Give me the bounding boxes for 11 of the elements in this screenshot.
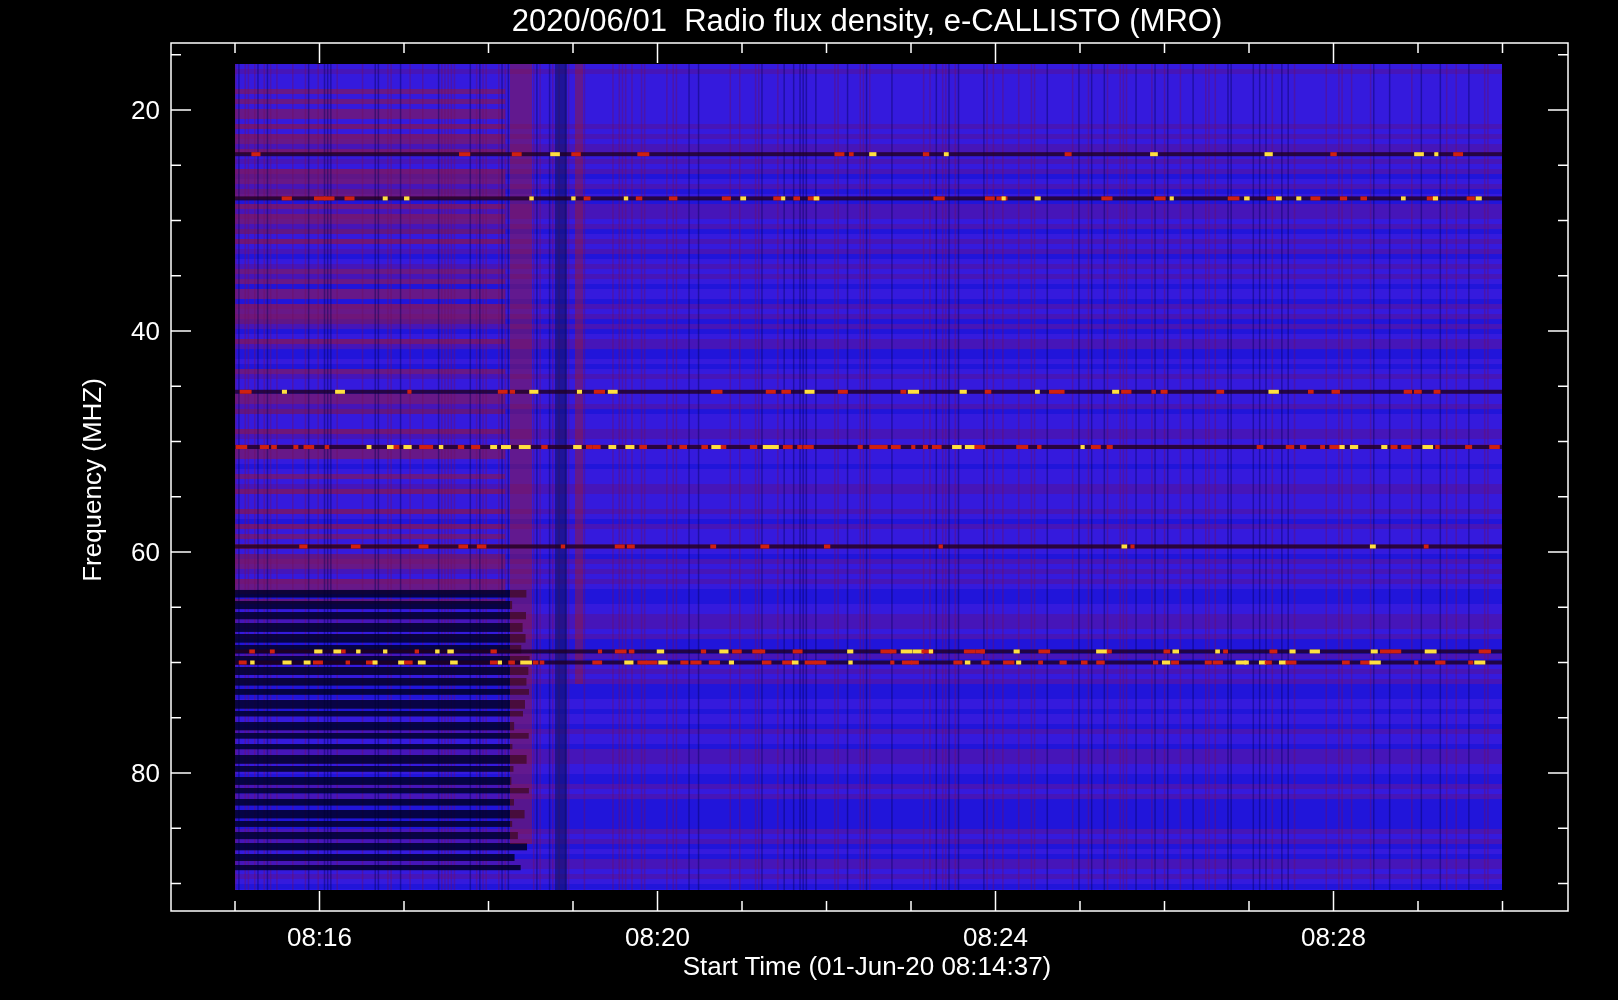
- tick-label: 08:28: [1300, 922, 1367, 952]
- tick-label: 80: [131, 758, 160, 788]
- tick-label: 08:16: [286, 922, 353, 952]
- tick-label: 08:24: [962, 922, 1029, 952]
- plot-title: 2020/06/01 Radio flux density, e-CALLISTO (MRO): [511, 3, 1223, 38]
- tick-label: 40: [131, 316, 160, 346]
- tick-label: 08:20: [624, 922, 691, 952]
- axis-label: Start Time (01-Jun-20 08:14:37): [682, 951, 1052, 981]
- tick-label: 20: [131, 95, 160, 125]
- axis-label: Frequency (MHZ): [77, 378, 107, 582]
- tick-label: 60: [131, 537, 160, 567]
